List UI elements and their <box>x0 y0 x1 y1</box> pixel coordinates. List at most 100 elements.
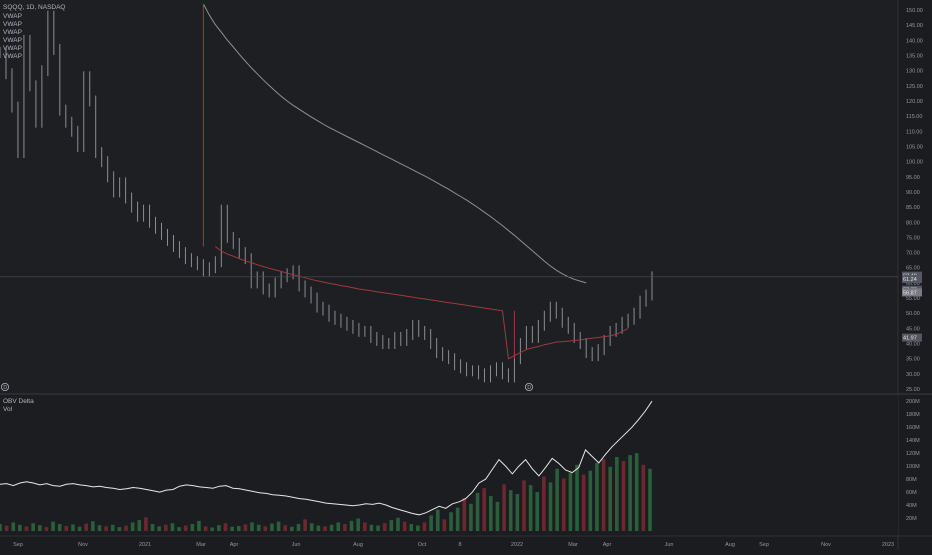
price-tick-label: 55.00 <box>906 296 920 302</box>
x-tick-label: Nov <box>821 542 831 548</box>
volume-bar <box>270 523 274 531</box>
legend-vwap-3: VWAP <box>3 29 22 36</box>
volume-bar <box>51 521 55 531</box>
volume-bar <box>183 525 188 531</box>
volume-bar <box>515 494 520 531</box>
price-tick-label: 150.00 <box>906 8 923 14</box>
legend-vwap-5: VWAP <box>3 45 22 52</box>
volume-bar <box>190 523 195 531</box>
x-tick-label: 2022 <box>511 542 523 548</box>
volume-bar <box>588 470 593 531</box>
volume-bar <box>323 526 327 531</box>
indicator-tick-label: 80M <box>906 477 917 483</box>
price-pane-bg <box>0 0 898 393</box>
indicator-tick-label: 160M <box>906 425 920 431</box>
chart-title: SQQQ, 1D, NASDAQ <box>3 4 66 11</box>
volume-bar <box>0 523 2 531</box>
price-tick-label: 135.00 <box>906 54 923 60</box>
price-tick-label: 65.00 <box>906 266 920 272</box>
volume-bar <box>416 525 420 531</box>
volume-bar <box>217 525 221 531</box>
volume-bar <box>296 523 301 531</box>
x-tick-label: Mar <box>196 542 206 548</box>
volume-bar <box>442 519 447 531</box>
indicator-tick-label: 20M <box>906 516 917 522</box>
volume-bar <box>362 522 367 531</box>
volume-bar <box>389 520 394 531</box>
volume-bar <box>601 458 606 531</box>
volume-bar <box>250 522 254 531</box>
price-tick-label: 100.00 <box>906 160 923 166</box>
volume-bar <box>4 525 9 531</box>
indicator-tick-label: 40M <box>906 503 917 509</box>
price-tick-label: 125.00 <box>906 84 923 90</box>
volume-bar <box>164 524 168 531</box>
indicator-pane-bg <box>0 395 898 534</box>
volume-bar <box>575 464 579 531</box>
volume-bar <box>130 522 135 531</box>
event-marker-label: D <box>527 385 531 391</box>
volume-bar <box>223 523 228 531</box>
volume-bar <box>608 466 613 531</box>
legend-vwap-1: VWAP <box>3 13 22 20</box>
indicator-pane[interactable]: 200M 180M 160M 140M 120M 100M 80M 60M 40M 20M <box>0 393 932 534</box>
volume-bar <box>236 525 241 531</box>
volume-bar <box>349 520 354 531</box>
volume-bar <box>489 495 493 531</box>
price-tick-label: 130.00 <box>906 69 923 75</box>
indicator-tick-label: 120M <box>906 451 920 457</box>
volume-bar <box>469 503 473 531</box>
volume-bar <box>170 523 175 531</box>
price-tick-label: 75.00 <box>906 235 920 241</box>
volume-bar <box>71 524 75 531</box>
x-axis: Sep Nov 2021 Mar Apr Jun Aug Oct 8 2022 Mar Apr Jun A… <box>0 535 932 548</box>
x-tick-label: Sep <box>759 542 769 548</box>
volume-bar <box>396 517 400 531</box>
price-tick-label: 110.00 <box>906 129 922 135</box>
price-label-text: 41.97 <box>903 336 917 342</box>
x-tick-label: Apr <box>603 542 612 548</box>
volume-bar <box>641 464 646 531</box>
volume-bar <box>57 523 62 531</box>
volume-bar <box>309 523 314 531</box>
volume-bar <box>568 472 573 531</box>
legend-obv-delta: OBV Delta <box>3 398 34 405</box>
indicator-tick-label: 60M <box>906 490 917 496</box>
volume-bar <box>97 525 102 531</box>
price-tick-label: 115.00 <box>906 114 922 120</box>
volume-bar <box>449 512 453 531</box>
volume-bar <box>203 526 208 531</box>
volume-bar <box>329 524 334 531</box>
volume-bar <box>542 476 546 531</box>
volume-bar <box>402 521 407 531</box>
volume-bar <box>177 527 181 531</box>
volume-bar <box>475 492 480 531</box>
volume-bar <box>37 525 42 531</box>
x-tick-label: Mar <box>568 542 578 548</box>
volume-bar <box>634 453 639 531</box>
x-tick-label: Sep <box>13 542 23 548</box>
volume-bar <box>137 520 142 531</box>
volume-bar <box>528 485 533 531</box>
legend-vwap-2: VWAP <box>3 21 22 28</box>
volume-bar <box>150 523 155 531</box>
volume-bar <box>77 526 82 531</box>
volume-bar <box>117 527 122 531</box>
volume-bar <box>197 520 201 531</box>
price-tick-label: 50.00 <box>906 311 920 317</box>
volume-bar <box>303 519 307 531</box>
volume-bar <box>628 455 632 531</box>
volume-bar <box>522 480 526 531</box>
price-tick-label: 85.00 <box>906 205 920 211</box>
volume-bar <box>157 526 161 531</box>
price-tick-label: 45.00 <box>906 326 920 332</box>
volume-bar <box>31 523 35 531</box>
volume-bar <box>18 524 22 531</box>
x-tick-label: Jun <box>665 542 674 548</box>
x-tick-label: Apr <box>230 542 239 548</box>
volume-bar <box>110 524 115 531</box>
price-tick-label: 80.00 <box>906 220 920 226</box>
price-tick-label: 90.00 <box>906 190 920 196</box>
volume-bar <box>382 523 387 531</box>
price-tick-label: 145.00 <box>906 23 923 29</box>
